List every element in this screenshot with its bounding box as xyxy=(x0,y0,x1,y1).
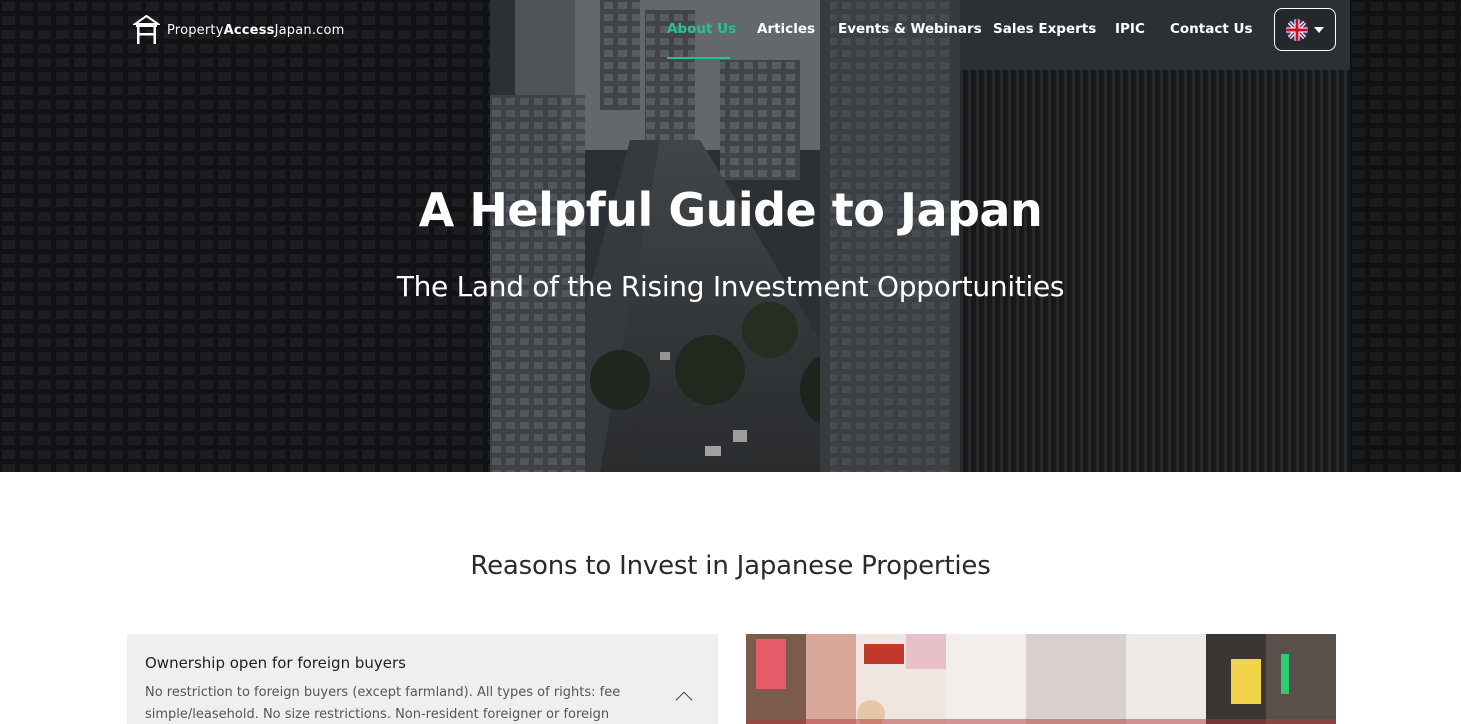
accordion-answer: No restriction to foreign buyers (except… xyxy=(145,685,621,722)
hero-title: A Helpful Guide to Japan xyxy=(418,183,1043,237)
logo-text: PropertyAccessJapan.com xyxy=(167,22,345,38)
nav-contact-us[interactable]: Contact Us xyxy=(1170,19,1253,41)
house-logo-icon xyxy=(133,14,160,44)
nav-events-webinars[interactable]: Events & Webinars xyxy=(838,19,982,41)
nav-articles[interactable]: Articles xyxy=(757,19,815,41)
hero-subtitle: The Land of the Rising Investment Opport… xyxy=(396,270,1065,303)
shopping-street-image xyxy=(746,634,1336,724)
nav-sales-experts[interactable]: Sales Experts xyxy=(993,19,1096,41)
language-selector[interactable] xyxy=(1274,8,1336,51)
chevron-down-icon xyxy=(1314,26,1324,33)
uk-flag-icon xyxy=(1286,18,1308,41)
accordion-item[interactable]: Ownership open for foreign buyers No res… xyxy=(127,634,718,724)
nav-about-us[interactable]: About Us xyxy=(667,19,736,41)
active-nav-indicator xyxy=(667,57,730,59)
hero-banner: PropertyAccessJapan.com About Us Article… xyxy=(0,0,1461,472)
nav-ipic[interactable]: IPIC xyxy=(1115,19,1145,41)
accordion-question: Ownership open for foreign buyers xyxy=(145,654,406,672)
chevron-up-icon[interactable] xyxy=(675,691,693,709)
street-photo xyxy=(746,634,1336,724)
section-title: Reasons to Invest in Japanese Properties xyxy=(470,551,991,581)
site-logo[interactable]: PropertyAccessJapan.com xyxy=(133,14,345,46)
